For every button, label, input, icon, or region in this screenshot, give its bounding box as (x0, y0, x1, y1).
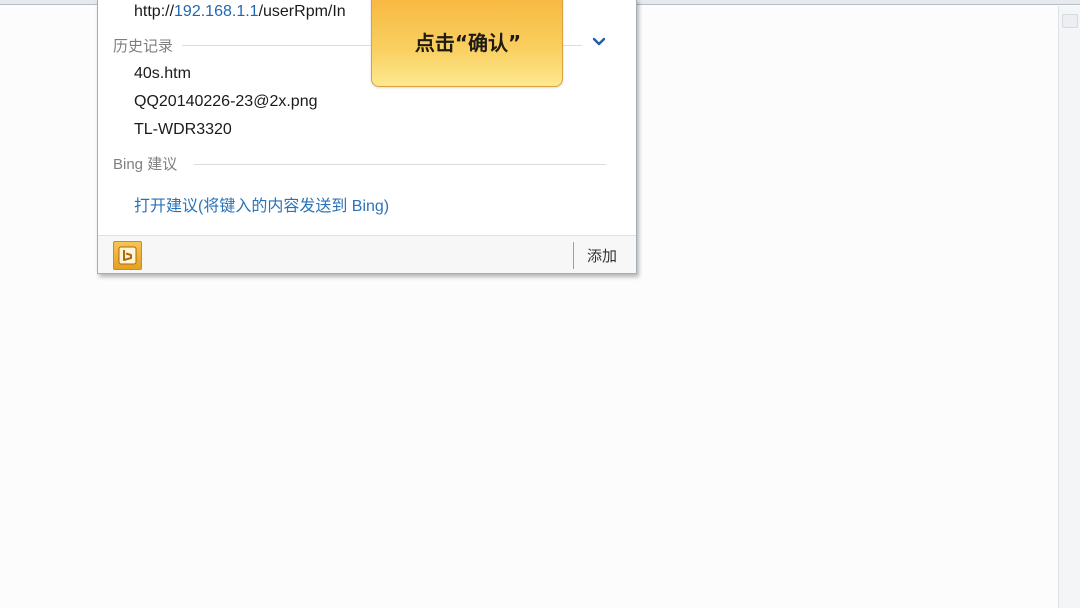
bing-divider (194, 164, 606, 165)
url-suggestion[interactable]: http://192.168.1.1/userRpm/In (134, 3, 346, 21)
history-header: 历史记录 (113, 38, 174, 55)
chevron-down-icon[interactable] (592, 35, 606, 49)
add-provider-link[interactable]: 添加 (587, 245, 617, 266)
scrollbar-up-arrow[interactable] (1062, 14, 1078, 28)
bing-search-provider-button[interactable] (113, 241, 142, 270)
callout-text: 点击“确认” (414, 31, 522, 55)
enable-suggestions-link[interactable]: 打开建议(将键入的内容发送到 Bing) (134, 192, 389, 216)
dropdown-footer: 添加 (98, 235, 636, 273)
history-item[interactable]: TL-WDR3320 (134, 121, 232, 139)
url-prefix: http:// (134, 3, 175, 20)
bing-suggestions-header: Bing 建议 (113, 156, 178, 173)
tutorial-callout: 点击“确认” (371, 0, 563, 87)
bing-icon (118, 246, 137, 265)
history-item[interactable]: 40s.htm (134, 65, 191, 83)
url-path: /userRpm/In (258, 3, 346, 20)
vertical-scrollbar[interactable] (1058, 6, 1080, 608)
url-host: 192.168.1.1 (174, 3, 259, 20)
footer-divider (573, 242, 574, 269)
history-item[interactable]: QQ20140226-23@2x.png (134, 93, 317, 111)
